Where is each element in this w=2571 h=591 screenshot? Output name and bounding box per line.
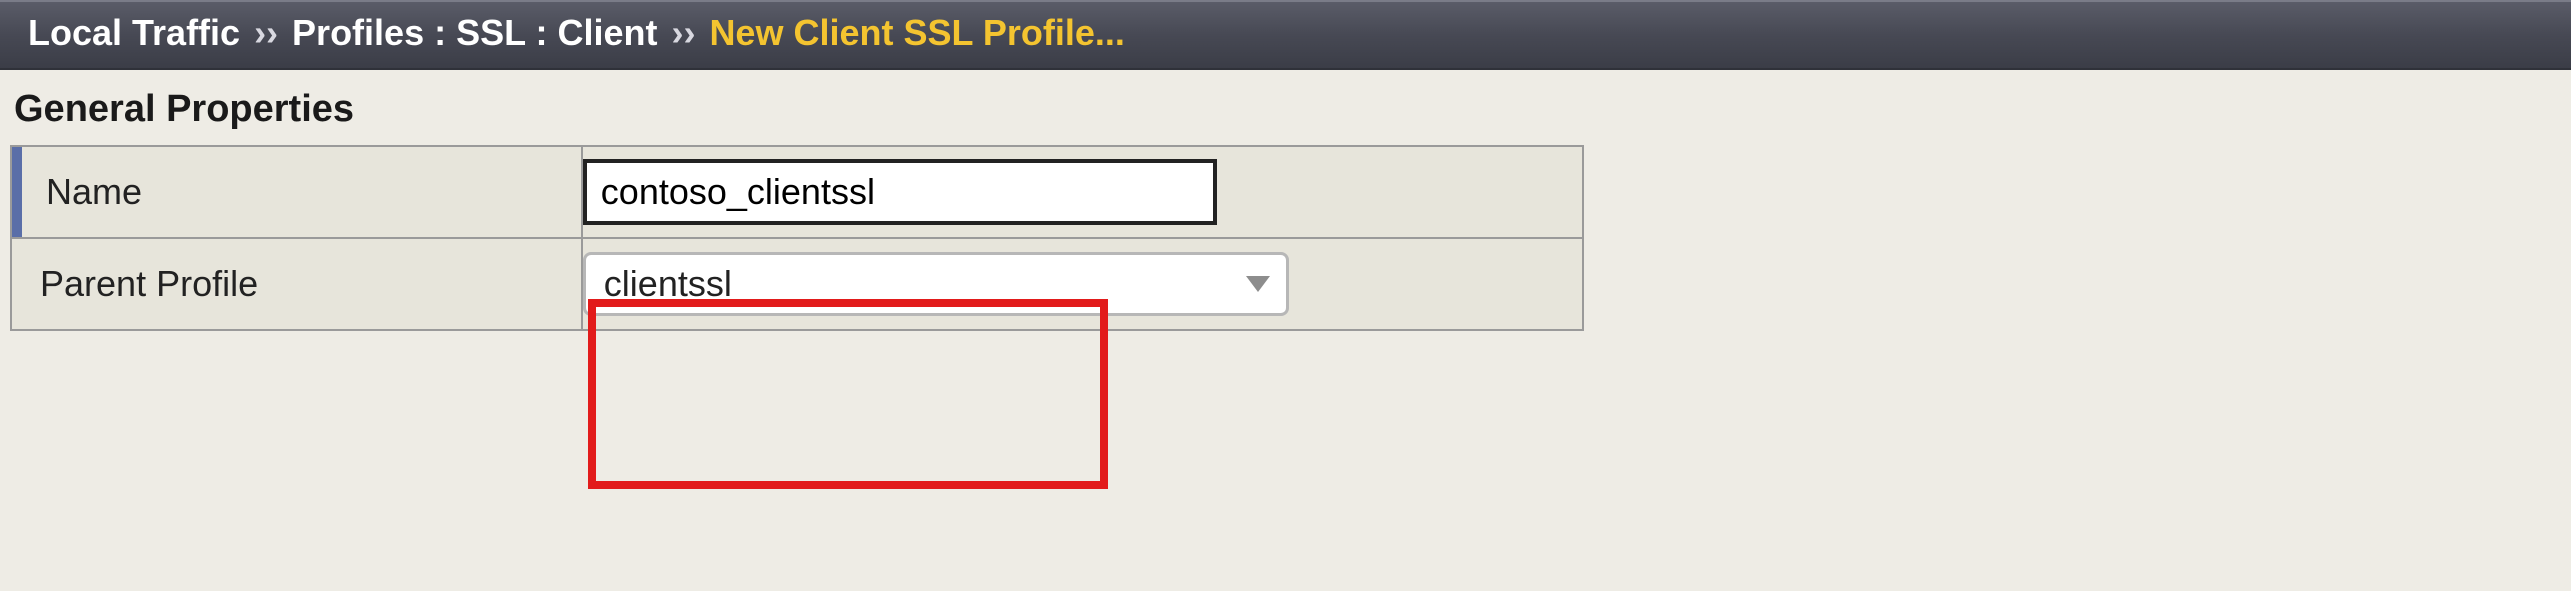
form-area: Name Parent Profile clientssl (0, 145, 2571, 331)
breadcrumb: Local Traffic ›› Profiles : SSL : Client… (0, 0, 2571, 70)
breadcrumb-current: New Client SSL Profile... (709, 12, 1124, 54)
parent-profile-selected-value: clientssl (604, 263, 732, 305)
chevron-down-icon (1246, 276, 1270, 292)
parent-profile-select[interactable]: clientssl (583, 252, 1289, 316)
breadcrumb-separator-icon: ›› (671, 12, 695, 54)
section-title: General Properties (0, 70, 2571, 145)
field-cell-name (582, 146, 1583, 238)
label-cell-name: Name (11, 146, 582, 238)
field-cell-parent: clientssl (582, 238, 1583, 330)
label-cell-parent: Parent Profile (11, 238, 582, 330)
properties-table: Name Parent Profile clientssl (10, 145, 1584, 331)
row-parent-profile: Parent Profile clientssl (11, 238, 1583, 330)
breadcrumb-separator-icon: ›› (254, 12, 278, 54)
parent-profile-label: Parent Profile (12, 239, 258, 329)
breadcrumb-path[interactable]: Profiles : SSL : Client (292, 12, 657, 54)
active-row-indicator (12, 147, 22, 237)
name-label: Name (12, 147, 142, 237)
row-name: Name (11, 146, 1583, 238)
name-input[interactable] (583, 159, 1217, 225)
breadcrumb-root[interactable]: Local Traffic (28, 12, 240, 54)
